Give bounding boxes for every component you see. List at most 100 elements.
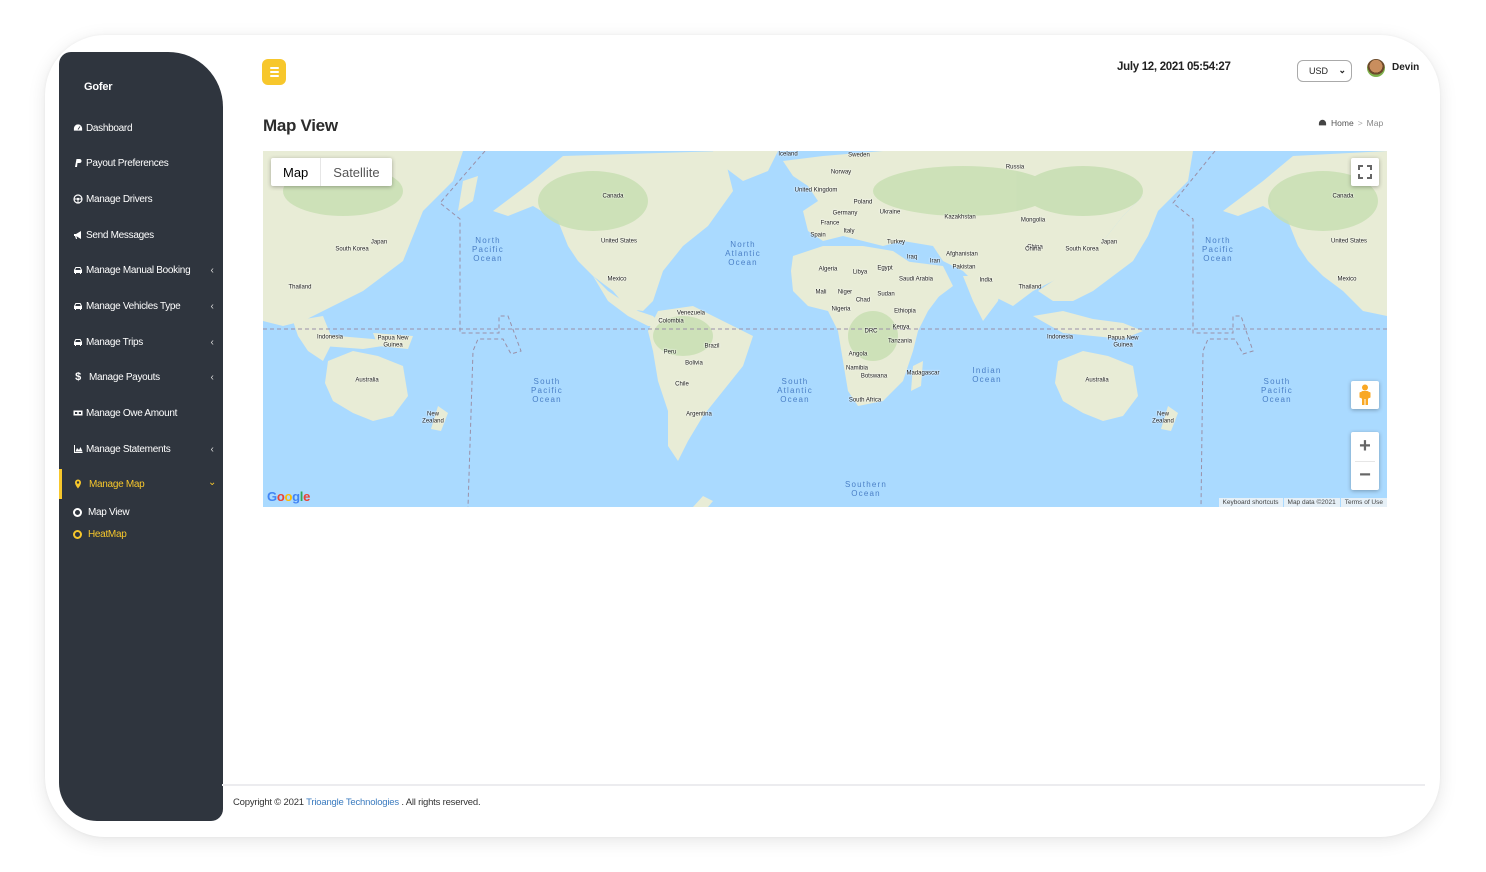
fullscreen-button[interactable]	[1351, 158, 1379, 186]
sidebar-item-label: Manage Vehicles Type	[86, 300, 181, 312]
sidebar-item-label: Send Messages	[86, 229, 154, 241]
map-label: Afghanistan	[946, 251, 978, 258]
zoom-in-button[interactable]: +	[1351, 432, 1379, 461]
map-label: Indonesia	[316, 334, 344, 341]
brand-logo[interactable]: Gofer	[84, 81, 113, 93]
ocean-label: South Pacific Ocean	[1261, 377, 1293, 405]
map-label: Japan	[1100, 239, 1118, 246]
map-label: Libya	[852, 269, 868, 276]
map-label: Sudan	[877, 291, 895, 298]
keyboard-shortcuts-link[interactable]: Keyboard shortcuts	[1218, 498, 1283, 507]
sidebar-item-manage-drivers[interactable]: Manage Drivers	[59, 184, 223, 214]
ocean-label: North Pacific Ocean	[472, 236, 504, 264]
map-label: Spain	[810, 232, 826, 239]
map-label: Iceland	[778, 151, 798, 158]
map-label: China	[1025, 246, 1041, 253]
area-chart-icon	[71, 444, 85, 454]
dashboard-icon	[1318, 119, 1327, 127]
sidebar-subitem-label: Map View	[88, 506, 130, 518]
sidebar-item-payout-preferences[interactable]: Payout Preferences	[59, 148, 223, 178]
map-type-satellite-button[interactable]: Satellite	[321, 158, 391, 186]
page-title: Map View	[263, 116, 338, 135]
car-icon	[71, 337, 85, 347]
sidebar-item-label: Manage Drivers	[86, 193, 153, 205]
map-label: Chad	[855, 297, 871, 304]
map-label: Nigeria	[831, 306, 851, 313]
sidebar-subitem-map-view[interactable]: Map View	[73, 503, 130, 521]
current-datetime: July 12, 2021 05:54:27	[1117, 61, 1231, 73]
map-label: Kenya	[892, 324, 910, 331]
hamburger-icon	[269, 67, 279, 69]
chevron-left-icon: ‹	[210, 371, 214, 383]
map-label: Papua New Guinea	[377, 335, 409, 348]
copyright-text: Copyright © 2021	[233, 797, 304, 808]
terms-of-use-link[interactable]: Terms of Use	[1340, 498, 1387, 507]
map-label: Japan	[370, 239, 388, 246]
chevron-down-icon: ⌄	[1338, 65, 1346, 75]
sidebar-subitem-heatmap[interactable]: HeatMap	[73, 525, 127, 543]
map-label: Russia	[1005, 164, 1025, 171]
sidebar-item-manage-statements[interactable]: Manage Statements ‹	[59, 434, 223, 464]
sidebar-item-send-messages[interactable]: Send Messages	[59, 220, 223, 250]
map-label: Ukraine	[879, 209, 901, 216]
map-label: Italy	[843, 228, 855, 235]
fullscreen-icon	[1358, 165, 1372, 179]
sidebar-subitem-label: HeatMap	[88, 528, 127, 540]
map-type-map-button[interactable]: Map	[271, 158, 322, 186]
map-label: Germany	[832, 210, 858, 217]
map-label: Iraq	[906, 254, 918, 261]
map-label: Mexico	[1337, 276, 1357, 283]
sidebar-item-manage-owe-amount[interactable]: Manage Owe Amount	[59, 398, 223, 428]
sidebar-item-label: Manage Payouts	[89, 371, 160, 383]
money-icon	[71, 408, 85, 418]
user-name[interactable]: Devin	[1392, 62, 1419, 73]
map-label: Thailand	[288, 284, 312, 291]
street-view-pegman-button[interactable]	[1351, 381, 1379, 409]
company-link[interactable]: Trioangle Technologies	[306, 797, 399, 808]
rights-text: . All rights reserved.	[401, 797, 481, 808]
sidebar-item-dashboard[interactable]: Dashboard	[59, 113, 223, 143]
breadcrumb-home-link[interactable]: Home	[1331, 118, 1354, 128]
map-label: Madagascar	[906, 370, 940, 377]
ocean-label: North Pacific Ocean	[1202, 236, 1234, 264]
currency-select[interactable]: USD ⌄	[1297, 60, 1352, 82]
breadcrumb-current: Map	[1366, 118, 1384, 128]
zoom-control: + −	[1351, 432, 1379, 490]
map-label: Sweden	[848, 152, 870, 159]
map-label: Colombia	[658, 318, 684, 325]
sidebar-item-manage-manual-booking[interactable]: Manage Manual Booking ‹	[59, 255, 223, 285]
map-label: Ethiopia	[894, 308, 916, 315]
sidebar-item-manage-payouts[interactable]: $ Manage Payouts ‹	[59, 362, 223, 392]
map-label: Niger	[837, 289, 853, 296]
google-logo[interactable]: Google	[267, 489, 310, 504]
map-label: Angola	[848, 351, 868, 358]
map-label: Kazakhstan	[944, 214, 976, 221]
map-label: Saudi Arabia	[898, 276, 934, 283]
sidebar-item-manage-vehicles-type[interactable]: Manage Vehicles Type ‹	[59, 291, 223, 321]
menu-toggle-button[interactable]	[262, 59, 286, 85]
footer: Copyright © 2021 Trioangle Technologies …	[233, 797, 481, 808]
world-map[interactable]: Iceland Sweden Norway Russia United King…	[263, 151, 1387, 507]
avatar[interactable]	[1367, 59, 1385, 77]
sidebar-item-label: Payout Preferences	[86, 157, 169, 169]
car-icon	[71, 265, 85, 275]
map-label: Mali	[815, 289, 827, 296]
sidebar: Gofer Dashboard Payout Preferences Manag…	[59, 52, 223, 821]
ocean-label: South Atlantic Ocean	[777, 377, 813, 405]
sidebar-item-label: Manage Owe Amount	[86, 407, 178, 419]
sidebar-item-label: Manage Statements	[86, 443, 171, 455]
map-label: Australia	[355, 377, 379, 384]
sidebar-item-manage-trips[interactable]: Manage Trips ‹	[59, 327, 223, 357]
dashboard-icon	[71, 123, 85, 133]
map-label: Indonesia	[1046, 334, 1074, 341]
ocean-label: South Pacific Ocean	[531, 377, 563, 405]
ocean-label: Indian Ocean	[972, 365, 1002, 384]
dollar-icon: $	[75, 371, 81, 383]
map-label: Argentina	[686, 411, 712, 418]
sidebar-item-manage-map[interactable]: Manage Map ⌄	[59, 469, 223, 499]
zoom-out-button[interactable]: −	[1351, 462, 1379, 491]
megaphone-icon	[71, 230, 85, 240]
map-label: Algeria	[818, 266, 838, 273]
map-label: Tanzania	[887, 338, 913, 345]
map-label: Papua New Guinea	[1107, 335, 1139, 348]
